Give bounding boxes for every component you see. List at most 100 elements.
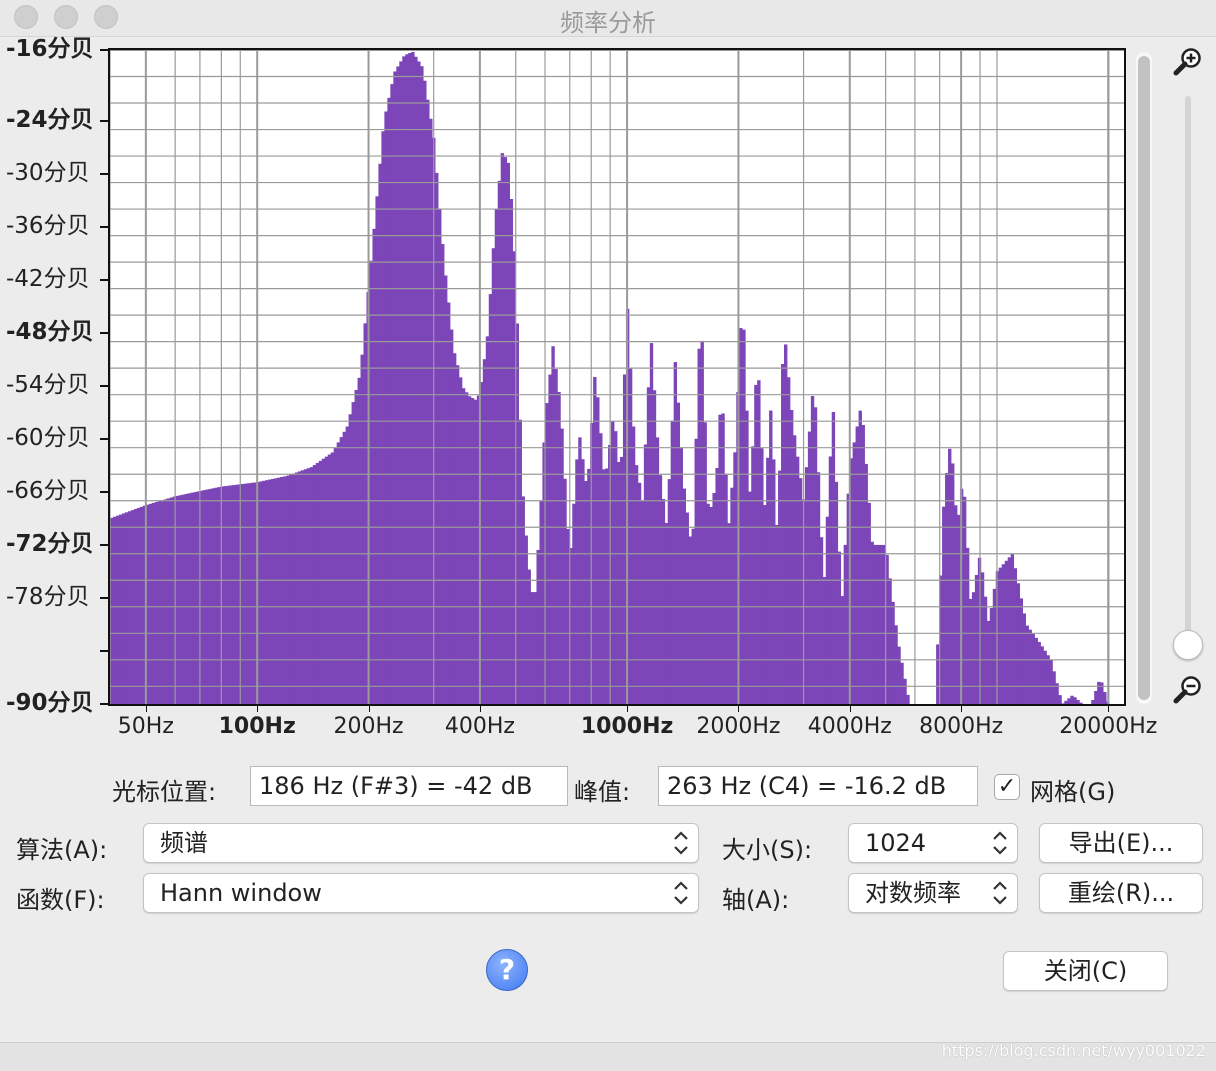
spectrum-bar: [503, 157, 508, 704]
spectrum-bar: [1004, 560, 1009, 704]
spectrum-bar: [1043, 650, 1047, 704]
spectrum-bar: [1079, 702, 1083, 704]
function-select-value: Hann window: [160, 879, 322, 907]
close-button[interactable]: 关闭(C): [1003, 951, 1168, 991]
spectrum-bar: [1013, 568, 1018, 704]
spectrum-bar: [804, 467, 809, 704]
spectrum-bar: [1040, 646, 1044, 704]
spectrum-bar: [291, 473, 296, 704]
spectrum-bar: [1025, 625, 1029, 704]
spectrum-bar: [655, 437, 660, 704]
spectrum-bar: [112, 516, 117, 704]
spectrum-bar: [375, 196, 379, 704]
spectrum-bar: [184, 493, 188, 704]
spectrum-bar: [435, 172, 439, 704]
spectrum-bar: [214, 487, 218, 704]
spectrum-bar: [691, 528, 695, 704]
spectrum-bar: [906, 694, 910, 704]
spectrum-bar: [217, 487, 221, 704]
spectrum-bar: [274, 478, 278, 704]
spectrum-bar: [208, 488, 212, 704]
zoom-out-icon[interactable]: [1172, 674, 1204, 706]
algorithm-select-value: 频谱: [160, 829, 208, 857]
size-select[interactable]: 1024: [848, 823, 1018, 863]
spectrum-bar: [527, 569, 531, 704]
x-axis-tick: [479, 706, 481, 712]
spectrum-bar: [297, 471, 302, 704]
spectrum-bar: [667, 479, 672, 704]
zoom-in-icon[interactable]: [1172, 46, 1204, 78]
spectrum-bar: [867, 502, 871, 704]
spectrum-bar: [894, 625, 898, 704]
spectrum-bar: [390, 84, 394, 704]
spectrum-bar: [578, 437, 582, 704]
spectrum-bar: [891, 601, 895, 704]
spectrum-bar: [330, 452, 335, 704]
spectrum-bar: [250, 482, 254, 704]
spectrum-bar: [673, 362, 678, 704]
spectrum-bar: [962, 496, 967, 704]
spectrum-bar: [864, 463, 868, 704]
export-button[interactable]: 导出(E)...: [1039, 823, 1203, 863]
spectrum-bar: [1091, 700, 1095, 704]
spectrum-bar: [187, 493, 191, 704]
function-label: 函数(F):: [16, 886, 105, 914]
vertical-scrollbar-thumb[interactable]: [1138, 56, 1150, 700]
cursor-position-field[interactable]: 186 Hz (F#3) = -42 dB: [250, 766, 568, 806]
grid-checkbox[interactable]: ✓: [994, 774, 1020, 800]
x-axis-label: 100Hz: [218, 714, 296, 739]
spectrum-bar: [277, 477, 281, 704]
spectrum-bar: [202, 490, 206, 704]
zoom-slider-thumb[interactable]: [1173, 630, 1203, 660]
x-axis-label: 50Hz: [117, 714, 174, 739]
spectrum-bar: [536, 549, 540, 704]
spectrum-bar: [124, 512, 129, 704]
replot-button[interactable]: 重绘(R)...: [1039, 873, 1203, 913]
function-select[interactable]: Hann window: [143, 873, 699, 913]
y-axis-label: -54分贝: [6, 371, 90, 398]
window-title: 频率分析: [560, 9, 656, 37]
spectrum-bar: [438, 208, 442, 704]
spectrum-bar: [879, 544, 883, 704]
spectrum-bar: [751, 446, 755, 704]
spectrum-bar: [1061, 703, 1065, 704]
spectrum-bar: [1049, 659, 1053, 704]
spectrum-bar: [816, 472, 821, 704]
spectrum-bar: [951, 463, 955, 704]
spectrum-bar: [488, 294, 493, 704]
spectrum-bar: [360, 354, 364, 704]
x-axis-tick: [1108, 706, 1110, 712]
grid-checkbox-label[interactable]: 网格(G): [1030, 772, 1115, 807]
spectrum-bar: [452, 353, 457, 704]
spectrum-bar: [721, 413, 725, 704]
spectrum-svg: [110, 50, 1124, 704]
spectrum-bar: [989, 608, 994, 704]
spectrum-bar: [247, 483, 251, 704]
zoom-slider-track[interactable]: [1185, 96, 1191, 656]
spectrum-bar: [315, 462, 320, 704]
spectrum-bar: [447, 302, 451, 704]
axis-select[interactable]: 对数频率: [848, 873, 1018, 913]
spectrum-bar: [840, 596, 845, 704]
spectrum-bar: [485, 336, 490, 704]
peak-value-field[interactable]: 263 Hz (C4) = -16.2 dB: [658, 766, 978, 806]
updown-chevron-icon: [674, 881, 688, 905]
help-button[interactable]: ?: [486, 949, 528, 991]
x-axis-label: 200Hz: [333, 714, 404, 739]
spectrum-bar: [718, 414, 722, 704]
peak-label: 峰值:: [574, 778, 631, 806]
spectrum-bar: [354, 389, 358, 704]
spectrum-bar: [596, 397, 600, 704]
spectrum-bar: [282, 476, 287, 704]
spectrum-plot[interactable]: [108, 48, 1126, 706]
spectrum-bar: [566, 528, 570, 704]
spectrum-bar: [342, 431, 346, 704]
spectrum-bar: [268, 479, 272, 704]
spectrum-bar: [1019, 598, 1023, 704]
spectrum-bar: [903, 678, 907, 704]
spectrum-bar: [232, 485, 236, 704]
spectrum-bar: [614, 431, 618, 704]
spectrum-bar: [748, 491, 752, 704]
algorithm-select[interactable]: 频谱: [143, 823, 699, 863]
spectrum-bar: [455, 365, 460, 704]
